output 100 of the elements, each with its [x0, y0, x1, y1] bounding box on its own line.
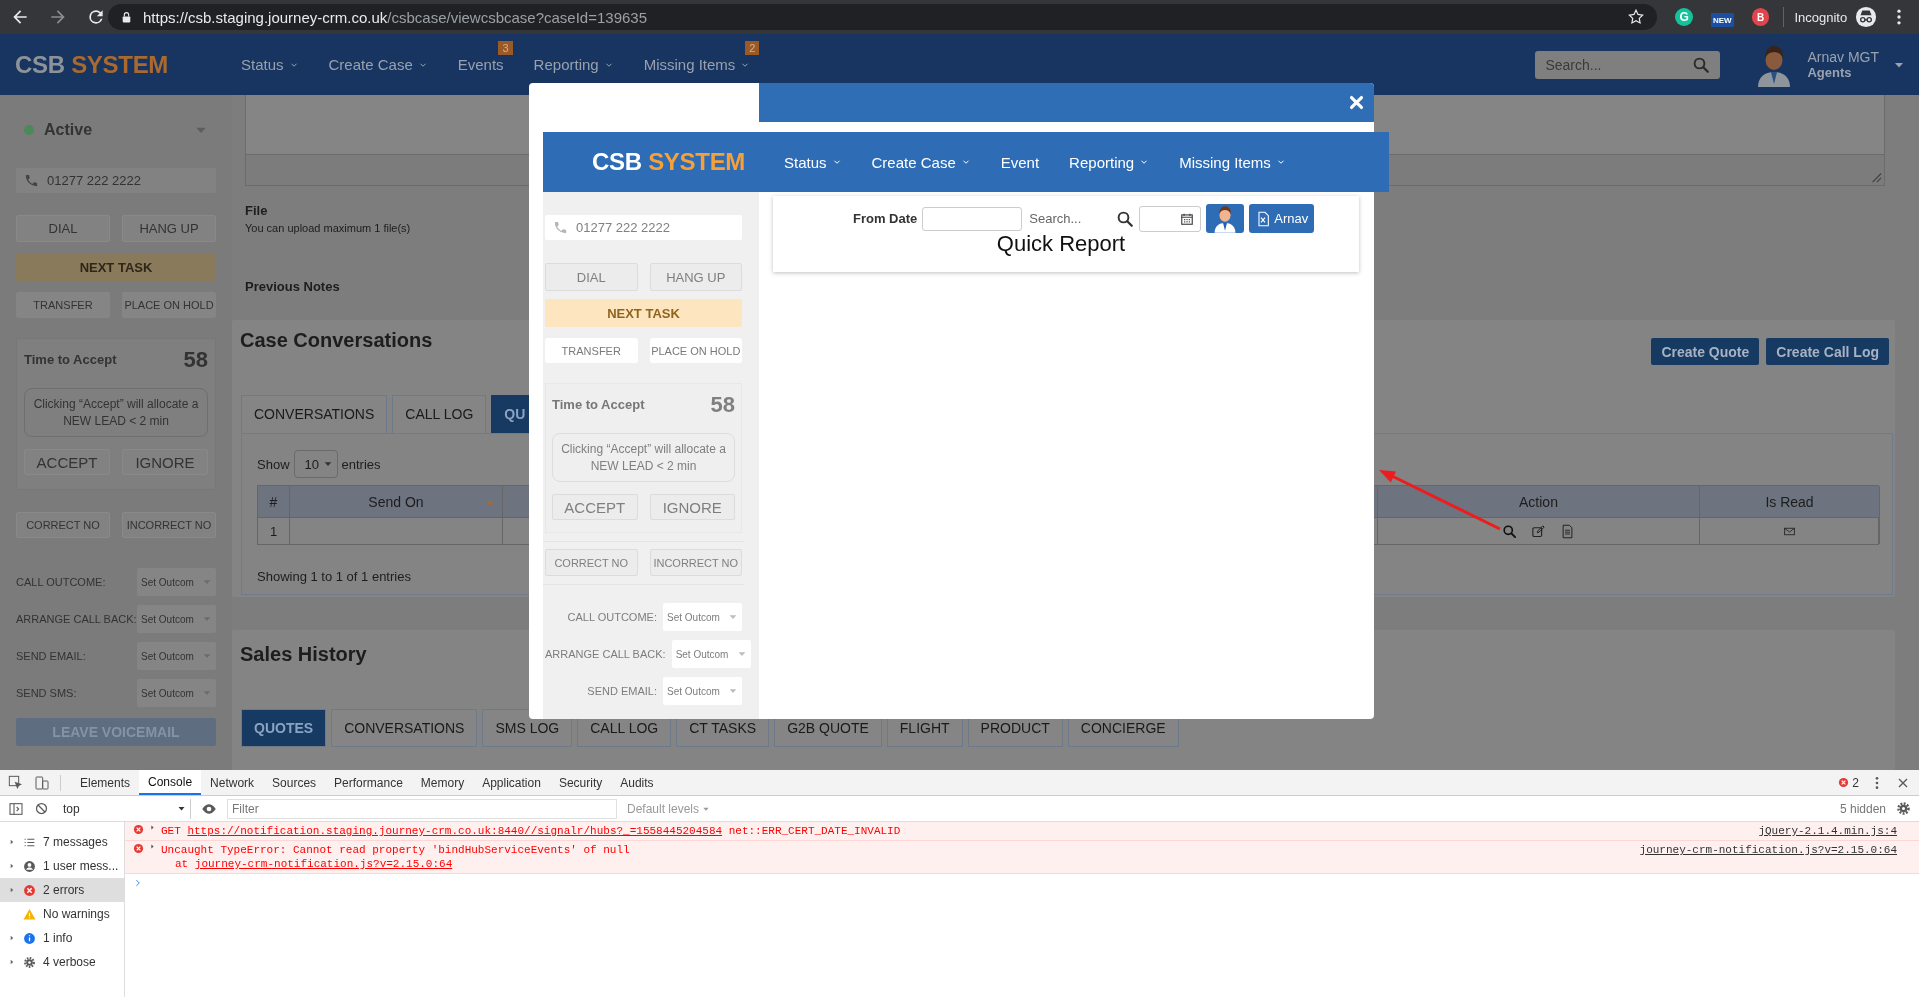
page-size-select[interactable]: 10: [293, 450, 338, 478]
edit-icon[interactable]: [1531, 523, 1546, 539]
devtools-tab[interactable]: Elements: [71, 770, 140, 795]
outcome-select[interactable]: Set Outcom: [663, 603, 742, 631]
nav-menu-item[interactable]: Create Case: [328, 56, 428, 73]
error-icon: [133, 824, 144, 835]
panel-button[interactable]: INCORRECT NO: [649, 549, 742, 576]
filter-field[interactable]: Filter: [227, 798, 617, 819]
search-icon[interactable]: [1502, 523, 1517, 539]
source-link[interactable]: journey-crm-notification.js?v=2.15.0:64: [194, 858, 453, 870]
nav-menu-item[interactable]: Reporting: [1069, 153, 1150, 171]
panel-button[interactable]: INCORRECT NO: [122, 512, 216, 538]
panel-button[interactable]: DIAL: [545, 263, 638, 291]
close-icon[interactable]: [1348, 94, 1365, 111]
panel-button[interactable]: ACCEPT: [552, 494, 638, 520]
device-toolbar-icon[interactable]: [34, 774, 50, 791]
console-filter-item[interactable]: No warnings: [0, 902, 124, 926]
panel-button[interactable]: HANG UP: [649, 263, 742, 291]
outcome-select[interactable]: Set Outcom: [137, 605, 216, 633]
panel-button[interactable]: CORRECT NO: [545, 549, 638, 576]
resize-handle-icon[interactable]: [1870, 171, 1882, 183]
outcome-select[interactable]: Set Outcom: [671, 640, 751, 668]
incognito-icon[interactable]: [1855, 6, 1878, 28]
nav-menu-item[interactable]: Event: [1000, 153, 1040, 171]
devtools-tab[interactable]: Memory: [411, 770, 474, 795]
export-button[interactable]: Arnav: [1249, 204, 1315, 233]
devtools-tab[interactable]: Performance: [325, 770, 412, 795]
panel-button[interactable]: ACCEPT: [24, 449, 110, 475]
console-filter-item[interactable]: 1 info: [0, 926, 124, 950]
outcome-select[interactable]: Set Outcom: [137, 679, 216, 707]
devtools-tab[interactable]: Network: [201, 770, 264, 795]
settings-icon[interactable]: [1896, 801, 1911, 816]
search-field[interactable]: Search...: [1535, 50, 1721, 79]
nav-menu-item[interactable]: Reporting: [533, 56, 614, 73]
tab[interactable]: QUOTES: [241, 709, 327, 747]
phone-field[interactable]: 01277 222 2222: [16, 168, 216, 193]
phone-field[interactable]: 01277 222 2222: [545, 215, 742, 240]
extension-button[interactable]: B: [1751, 8, 1770, 26]
gear-icon: [23, 955, 36, 969]
levels-dropdown[interactable]: Default levels: [627, 801, 711, 816]
panel-button[interactable]: IGNORE: [122, 449, 208, 475]
nav-menu-item[interactable]: Missing Items: [1179, 153, 1286, 171]
extension-button[interactable]: NEW: [1711, 13, 1734, 27]
outcome-select[interactable]: Set Outcom: [663, 677, 742, 705]
column-header: #: [258, 486, 290, 517]
outcome-label: CALL OUTCOME:: [566, 611, 657, 623]
console-filter-item[interactable]: 1 user mess...: [0, 854, 124, 878]
tab[interactable]: CONVERSATIONS: [331, 709, 478, 747]
url-link[interactable]: https://notification.staging.journey-crm.co.uk:8440//signalr/hubs?_=1558445204584: [187, 825, 723, 837]
devtools-tab[interactable]: Application: [473, 770, 550, 795]
sidebar-toggle-icon[interactable]: [8, 800, 24, 817]
outcome-label: SEND EMAIL:: [16, 650, 86, 662]
caret-down-icon: [202, 614, 212, 624]
outcome-select[interactable]: Set Outcom: [137, 642, 216, 670]
hidden-count: 5 hidden: [1839, 801, 1886, 816]
panel-button[interactable]: TRANSFER: [545, 338, 638, 363]
devtools-tab[interactable]: Sources: [263, 770, 326, 795]
context-select[interactable]: top: [59, 798, 191, 819]
reload-icon[interactable]: [86, 7, 106, 27]
nav-menu-item[interactable]: Events: [457, 56, 504, 73]
block-icon[interactable]: [34, 801, 49, 816]
console-filter-item[interactable]: 4 verbose: [0, 950, 124, 974]
panel-button[interactable]: DIAL: [16, 215, 110, 242]
tab[interactable]: CALL LOG: [392, 395, 487, 433]
panel-button[interactable]: CORRECT NO: [16, 512, 110, 538]
next-task-button[interactable]: NEXT TASK: [16, 253, 216, 281]
primary-button[interactable]: Create Quote: [1651, 338, 1760, 365]
nav-menu-item[interactable]: Missing Items: [643, 56, 751, 73]
avatar-button[interactable]: [1206, 204, 1245, 233]
outcome-select[interactable]: Set Outcom: [137, 568, 216, 596]
tab[interactable]: CONVERSATIONS: [241, 395, 388, 433]
search-icon[interactable]: [1116, 209, 1135, 228]
address-field[interactable]: https://csb.staging.journey-crm.co.uk/csbcase/viewcsbcase?caseId=139635: [108, 4, 1658, 30]
document-icon[interactable]: [1560, 523, 1575, 539]
panel-button[interactable]: TRANSFER: [16, 292, 110, 318]
source-link[interactable]: jQuery-2.1.4.min.js:4: [1758, 824, 1897, 838]
panel-button[interactable]: PLACE ON HOLD: [649, 338, 742, 363]
nav-menu-item[interactable]: Create Case: [871, 153, 971, 171]
primary-button[interactable]: Create Call Log: [1766, 338, 1889, 365]
next-task-button[interactable]: NEXT TASK: [545, 299, 742, 327]
console-filter-item[interactable]: 2 errors: [0, 878, 124, 902]
panel-button[interactable]: IGNORE: [649, 494, 735, 520]
devtools-tab[interactable]: Security: [549, 770, 612, 795]
panel-button[interactable]: HANG UP: [122, 215, 216, 242]
nav-menu-item[interactable]: Status: [784, 153, 842, 171]
inspect-icon[interactable]: [8, 774, 24, 791]
expand-triangle-icon[interactable]: [149, 824, 156, 831]
status-dot: [24, 125, 34, 135]
nav-menu-item[interactable]: Status: [241, 56, 299, 73]
expand-triangle-icon[interactable]: [149, 843, 156, 850]
source-link[interactable]: journey-crm-notification.js?v=2.15.0:64: [1639, 843, 1897, 857]
search-field[interactable]: Search...: [1027, 210, 1112, 227]
panel-button[interactable]: PLACE ON HOLD: [122, 292, 216, 318]
star-icon[interactable]: [1627, 8, 1646, 26]
date-field[interactable]: [922, 206, 1023, 231]
devtools-tab[interactable]: Console: [139, 770, 202, 795]
console-filter-item[interactable]: 7 messages: [0, 830, 124, 854]
devtools-tab[interactable]: Audits: [611, 770, 663, 795]
date-field[interactable]: [1139, 205, 1202, 232]
status-dropdown[interactable]: Active: [44, 121, 208, 139]
